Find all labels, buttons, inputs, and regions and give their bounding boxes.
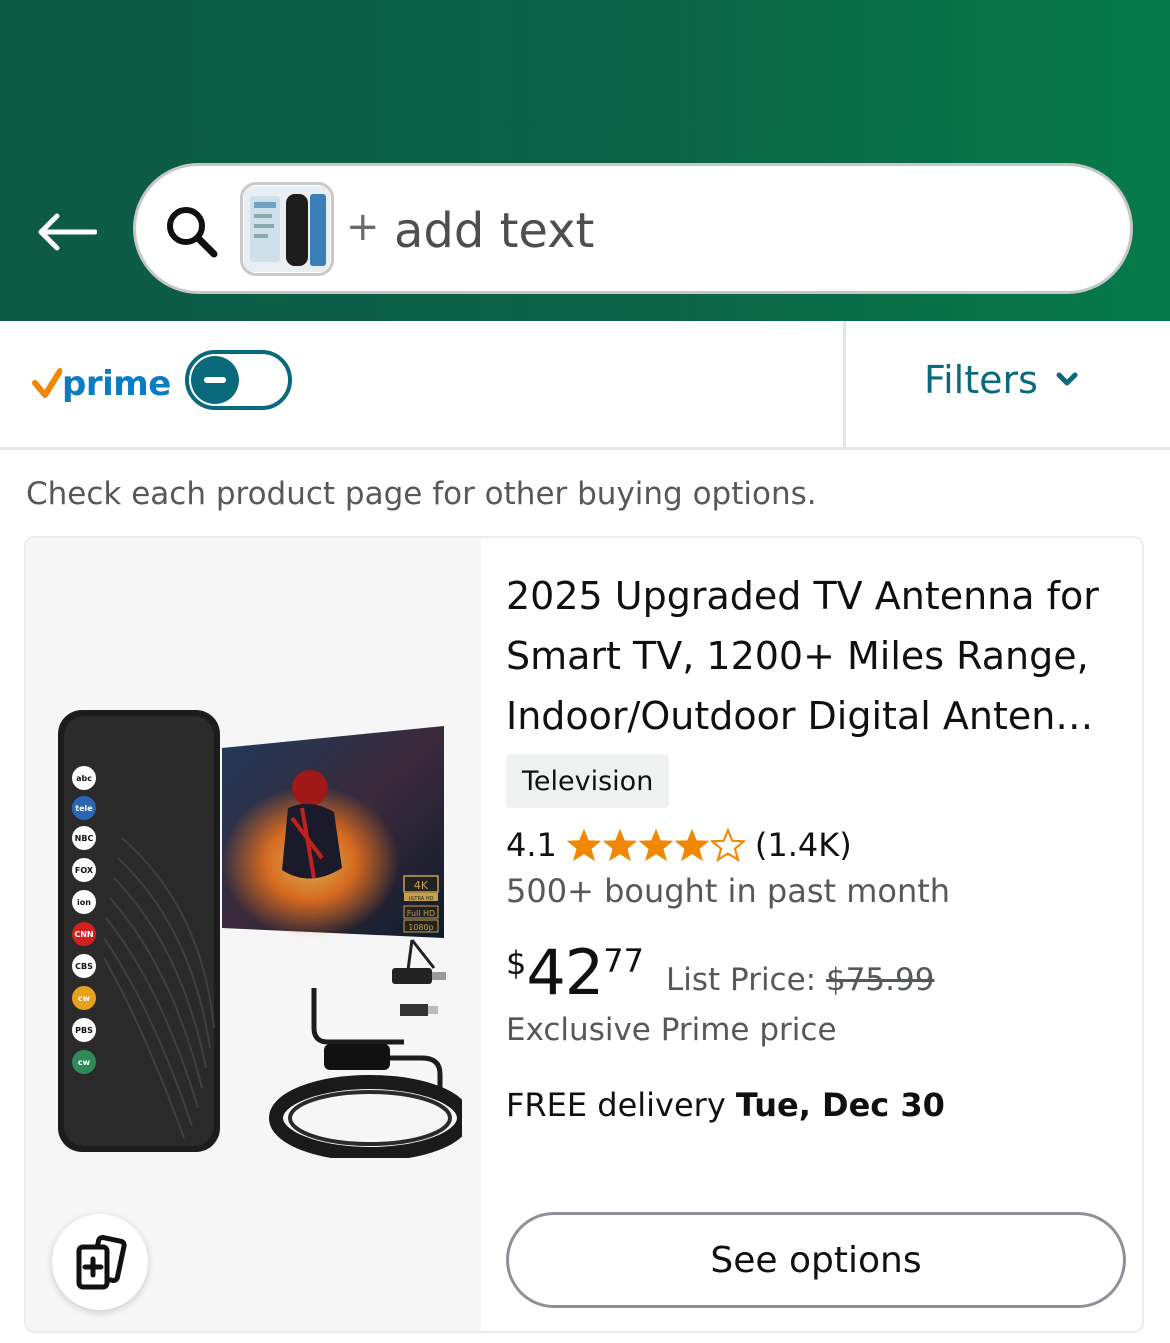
star-full-icon — [602, 828, 637, 862]
compare-cards-icon — [76, 1234, 127, 1290]
category-badge: Television — [506, 754, 670, 808]
back-button[interactable] — [30, 200, 102, 264]
exclusive-prime-text: Exclusive Prime price — [506, 1012, 837, 1048]
rating-value: 4.1 — [506, 826, 557, 864]
review-count: (1.4K) — [754, 826, 852, 864]
channel-abc: abc — [76, 774, 92, 783]
bought-count: 500+ bought in past month — [506, 872, 951, 910]
list-price-label: List Price: — [666, 962, 817, 998]
badge-1080p: 1080p — [408, 923, 433, 932]
prime-toggle[interactable] — [185, 350, 292, 410]
star-rating — [566, 828, 745, 862]
search-bar[interactable]: + — [133, 163, 1133, 294]
badge-full-hd: Full HD — [407, 909, 435, 918]
product-card[interactable]: 4K ULTRA HD Full HD 1080p abc tele NBC F… — [24, 536, 1144, 1333]
channel-pbs: PBS — [75, 1026, 93, 1035]
prime-check-icon — [32, 368, 62, 398]
buying-options-notice: Check each product page for other buying… — [26, 476, 817, 512]
delivery-date: Tue, Dec 30 — [735, 1086, 945, 1124]
channel-tele: tele — [75, 804, 93, 813]
plus-sign: + — [346, 204, 380, 250]
search-image-thumbnail[interactable] — [240, 182, 334, 276]
channel-cbs: CBS — [75, 962, 93, 971]
list-price: List Price: $75.99 — [666, 962, 934, 998]
star-full-icon — [674, 828, 709, 862]
toggle-off-icon — [191, 356, 239, 404]
channel-cw-2: cw — [78, 1058, 91, 1067]
antenna-thumbnail-icon — [244, 186, 330, 272]
prime-logo: prime — [32, 358, 171, 410]
header-bar: + — [0, 0, 1170, 321]
star-full-icon — [638, 828, 673, 862]
star-full-icon — [566, 828, 601, 862]
channel-fox: FOX — [75, 866, 94, 875]
chevron-down-icon — [1056, 372, 1078, 386]
badge-4k: 4K — [414, 879, 429, 892]
filter-divider — [843, 321, 846, 447]
channel-ion: ion — [77, 898, 91, 907]
compare-button[interactable] — [52, 1214, 148, 1310]
filters-label: Filters — [924, 358, 1038, 402]
rating-row[interactable]: 4.1 (1.4K) — [506, 823, 852, 867]
search-input[interactable] — [394, 194, 1094, 268]
channel-nbc: NBC — [75, 834, 94, 843]
channel-cw-1: cw — [78, 994, 91, 1003]
filters-button[interactable]: Filters — [880, 340, 1140, 420]
search-icon[interactable] — [164, 204, 220, 260]
delivery-prefix: FREE delivery — [506, 1086, 726, 1124]
product-title[interactable]: 2025 Upgraded TV Antenna for Smart TV, 1… — [506, 566, 1121, 746]
product-image[interactable]: 4K ULTRA HD Full HD 1080p abc tele NBC F… — [52, 708, 462, 1158]
delivery-info: FREE delivery Tue, Dec 30 — [506, 1086, 945, 1124]
see-options-button[interactable]: See options — [506, 1212, 1126, 1308]
badge-ultra-hd: ULTRA HD — [409, 896, 434, 902]
list-price-value: $75.99 — [825, 962, 935, 998]
price: $ 42 77 — [506, 936, 644, 1010]
back-arrow-icon — [38, 213, 97, 251]
star-empty-icon — [710, 828, 745, 862]
prime-label: prime — [62, 364, 171, 404]
price-whole: 42 — [526, 936, 604, 1009]
price-symbol: $ — [506, 944, 527, 982]
channel-cnn: CNN — [74, 930, 93, 939]
price-fraction: 77 — [603, 942, 644, 980]
